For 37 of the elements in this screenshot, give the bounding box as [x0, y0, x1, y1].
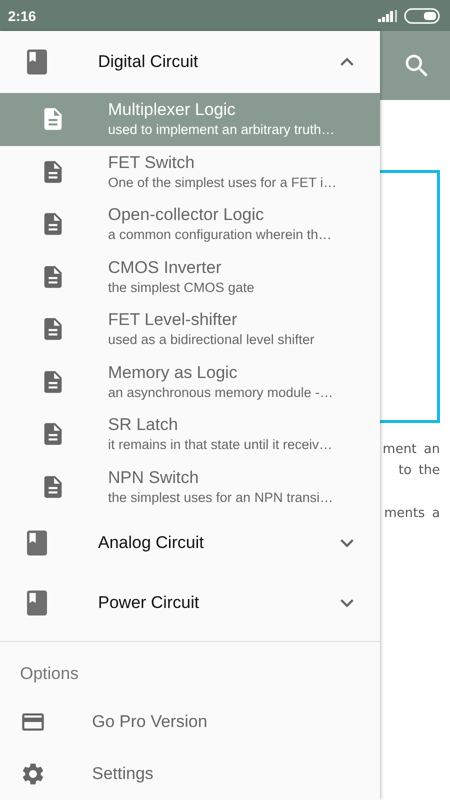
topic-item[interactable]: FET Level-shifter used as a bidirectional level shifter	[0, 303, 380, 356]
status-time: 2:16	[8, 8, 36, 24]
topic-item[interactable]: Open-collector Logic a common configuration wherein th…	[0, 198, 380, 250]
topic-title: NPN Switch	[108, 466, 200, 488]
category-header[interactable]: Power Circuit	[0, 573, 380, 633]
battery-icon	[404, 8, 440, 24]
topic-description: One of the simplest uses for a FET i…	[108, 174, 337, 192]
topic-description: the simplest CMOS gate	[108, 278, 254, 297]
topic-description: used to implement an arbitrary truth…	[108, 121, 335, 140]
topic-description: it remains in that state until it receiv…	[108, 436, 332, 454]
section-heading: Options	[20, 664, 79, 684]
topic-title: Memory as Logic	[108, 362, 238, 383]
topic-item[interactable]: SR Latch it remains in that state until it receiv…	[0, 408, 380, 460]
menu-item[interactable]: Settings	[0, 748, 380, 800]
signal-icon	[378, 10, 398, 22]
body-text: ment an	[382, 441, 440, 459]
body-text: to the	[398, 462, 440, 480]
topic-item[interactable]: NPN Switch the simplest uses for an NPN transi…	[0, 460, 380, 513]
topic-title: Multiplexer Logic	[108, 99, 237, 120]
body-text: ments a	[384, 505, 440, 523]
topic-description: an asynchronous memory module -…	[108, 384, 334, 402]
menu-item[interactable]: Go Pro Version	[0, 696, 380, 748]
topic-item[interactable]: Multiplexer Logic used to implement an arbitrary truth…	[0, 93, 380, 146]
category-header[interactable]: Analog Circuit	[0, 513, 380, 573]
category-header[interactable]: Digital Circuit	[0, 31, 380, 93]
topic-title: SR Latch	[108, 414, 179, 436]
topic-description: used as a bidirectional level shifter	[108, 331, 314, 350]
topic-title: FET Switch	[108, 152, 196, 173]
topic-item[interactable]: CMOS Inverter the simplest CMOS gate	[0, 250, 380, 303]
topic-description: a common configuration wherein th…	[108, 226, 332, 244]
settings-icon	[20, 761, 46, 787]
topic-title: CMOS Inverter	[108, 256, 222, 278]
topic-description: the simplest uses for an NPN transi…	[108, 488, 334, 507]
topic-title: FET Level-shifter	[108, 309, 238, 330]
topic-item[interactable]: FET Switch One of the simplest uses for a FET i…	[0, 146, 380, 198]
topic-item[interactable]: Memory as Logic an asynchronous memory module -…	[0, 356, 380, 408]
topic-title: Open-collector Logic	[108, 204, 265, 226]
